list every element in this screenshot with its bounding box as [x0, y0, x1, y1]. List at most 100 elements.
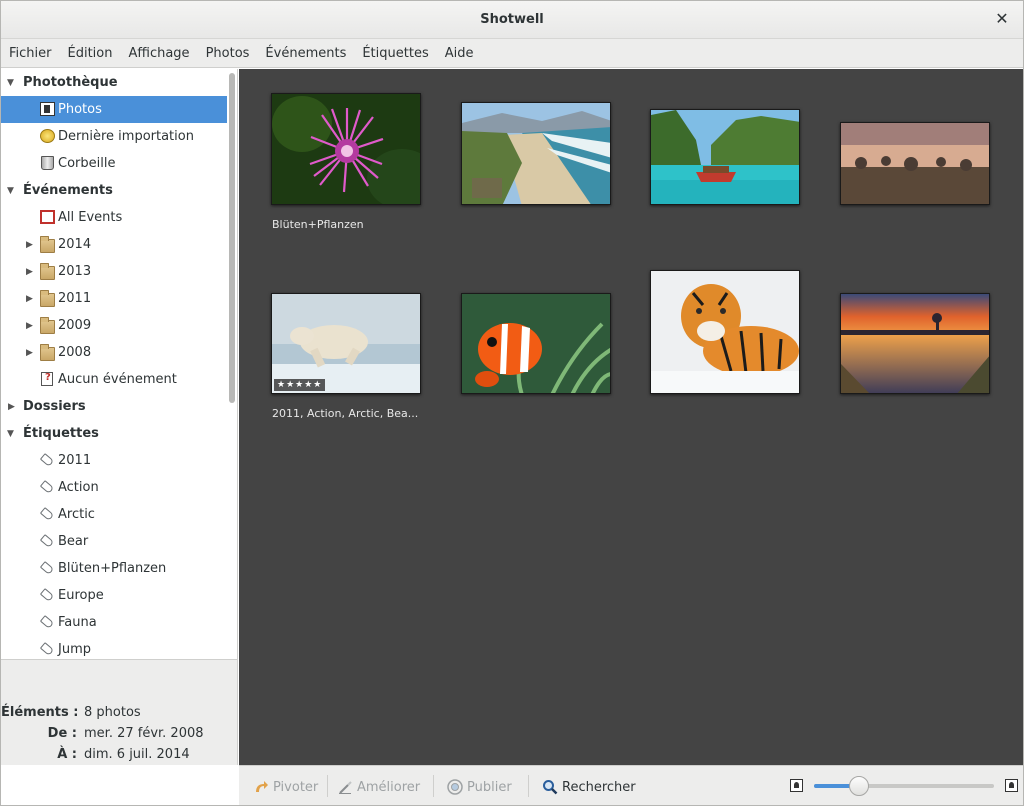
sidebar-header-folders[interactable]: ▶ Dossiers — [1, 393, 227, 420]
collapsed-arrow-icon[interactable]: ▶ — [26, 348, 36, 358]
photo-thumbnail[interactable] — [461, 102, 611, 205]
tag-icon — [39, 507, 55, 521]
sidebar: ▼ Photothèque Photos Dernière importatio… — [1, 69, 238, 659]
sidebar-item-tag[interactable]: Fauna — [1, 609, 227, 636]
sidebar-header-library[interactable]: ▼ Photothèque — [1, 69, 227, 96]
search-icon — [542, 779, 558, 795]
photo-image — [651, 110, 799, 204]
enhance-button[interactable]: Améliorer — [337, 778, 420, 796]
photo-thumbnail[interactable] — [650, 270, 800, 394]
sidebar-scrollbar[interactable] — [229, 73, 235, 403]
sidebar-item-tag[interactable]: 2011 — [1, 447, 227, 474]
zoom-out-icon[interactable] — [790, 779, 803, 792]
photo-caption: 2011, Action, Arctic, Bea... — [272, 407, 419, 420]
collapsed-arrow-icon[interactable]: ▶ — [26, 321, 36, 331]
sidebar-item-all-events[interactable]: All Events — [1, 204, 227, 231]
sidebar-item-tag[interactable]: Bear — [1, 528, 227, 555]
sidebar-item-label: 2013 — [58, 264, 92, 279]
menu-photos[interactable]: Photos — [206, 46, 250, 61]
sidebar-item-label: Arctic — [58, 507, 95, 522]
photo-image — [841, 294, 989, 393]
folder-icon — [40, 290, 55, 307]
sidebar-item-label: Jump — [58, 642, 91, 657]
zoom-in-icon[interactable] — [1005, 779, 1018, 792]
menu-evenements[interactable]: Événements — [265, 46, 346, 61]
photo-thumbnail[interactable] — [461, 293, 611, 394]
sidebar-item-year-2013[interactable]: ▶ 2013 — [1, 258, 227, 285]
shotwell-window: Shotwell ✕ Fichier Édition Affichage Pho… — [0, 0, 1024, 806]
expanded-arrow-icon[interactable]: ▼ — [7, 78, 17, 88]
sidebar-header-label: Événements — [23, 183, 113, 198]
collapsed-arrow-icon[interactable]: ▶ — [26, 240, 36, 250]
zoom-slider[interactable] — [814, 784, 994, 788]
sidebar-item-label: Bear — [58, 534, 89, 549]
sidebar-item-tag[interactable]: Europe — [1, 582, 227, 609]
photo-thumbnail[interactable] — [271, 93, 421, 205]
window-title: Shotwell — [480, 12, 544, 27]
menu-fichier[interactable]: Fichier — [9, 46, 52, 61]
sidebar-item-label: Europe — [58, 588, 104, 603]
sidebar-item-year-2008[interactable]: ▶ 2008 — [1, 339, 227, 366]
toolbar-separator — [433, 775, 434, 797]
sidebar-item-no-event[interactable]: Aucun événement — [1, 366, 227, 393]
sidebar-item-year-2014[interactable]: ▶ 2014 — [1, 231, 227, 258]
sidebar-header-events[interactable]: ▼ Événements — [1, 177, 227, 204]
sidebar-item-label: Corbeille — [58, 156, 116, 171]
expanded-arrow-icon[interactable]: ▼ — [7, 186, 17, 196]
photo-image — [462, 294, 610, 393]
info-key: Éléments : — [1, 705, 79, 720]
publish-icon — [447, 779, 463, 795]
enhance-icon — [337, 779, 353, 795]
sidebar-item-label: 2008 — [58, 345, 92, 360]
photo-thumbnail[interactable] — [840, 293, 990, 394]
sidebar-item-tag[interactable]: Blüten+Pflanzen — [1, 555, 227, 582]
menu-etiquettes[interactable]: Étiquettes — [362, 46, 428, 61]
tag-icon — [39, 453, 55, 467]
tag-icon — [39, 561, 55, 575]
sidebar-item-last-import[interactable]: Dernière importation — [1, 123, 227, 150]
expanded-arrow-icon[interactable]: ▼ — [7, 429, 17, 439]
publish-label: Publier — [467, 779, 512, 795]
sidebar-item-photos[interactable]: Photos — [1, 96, 227, 123]
tag-icon — [39, 588, 55, 602]
info-key: De : — [47, 726, 77, 741]
sidebar-item-tag[interactable]: Action — [1, 474, 227, 501]
info-key: À : — [57, 747, 77, 762]
folder-icon — [40, 263, 55, 280]
sidebar-item-year-2011[interactable]: ▶ 2011 — [1, 285, 227, 312]
no-event-icon — [41, 372, 53, 386]
publish-button[interactable]: Publier — [447, 778, 512, 796]
sidebar-item-year-2009[interactable]: ▶ 2009 — [1, 312, 227, 339]
sidebar-item-label: 2011 — [58, 291, 92, 306]
sidebar-item-trash[interactable]: Corbeille — [1, 150, 227, 177]
sidebar-item-tag[interactable]: Arctic — [1, 501, 227, 528]
collapsed-arrow-icon[interactable]: ▶ — [26, 267, 36, 277]
menu-edition[interactable]: Édition — [68, 46, 113, 61]
sidebar-header-label: Étiquettes — [23, 426, 99, 441]
tag-icon — [39, 534, 55, 548]
tag-icon — [39, 642, 55, 656]
sidebar-header-tags[interactable]: ▼ Étiquettes — [1, 420, 227, 447]
sidebar-item-label: Photos — [58, 102, 102, 117]
menu-aide[interactable]: Aide — [445, 46, 474, 61]
sidebar-item-tag[interactable]: Jump — [1, 636, 227, 659]
menu-bar: Fichier Édition Affichage Photos Événeme… — [1, 39, 1023, 68]
sidebar-item-label: 2011 — [58, 453, 92, 468]
collapsed-arrow-icon[interactable]: ▶ — [8, 402, 18, 412]
menu-affichage[interactable]: Affichage — [128, 46, 189, 61]
sidebar-item-label: Blüten+Pflanzen — [58, 561, 167, 576]
close-icon[interactable]: ✕ — [993, 10, 1011, 28]
photo-image — [272, 94, 420, 204]
folder-icon — [40, 236, 55, 253]
rotate-icon — [253, 779, 269, 795]
rotate-button[interactable]: Pivoter — [253, 778, 318, 796]
trash-icon — [41, 156, 54, 170]
zoom-slider-handle[interactable] — [849, 776, 869, 796]
search-button[interactable]: Rechercher — [542, 778, 636, 796]
photo-thumbnail[interactable] — [650, 109, 800, 205]
all-events-icon — [40, 210, 55, 224]
photo-thumbnail[interactable]: ★★★★★ — [271, 293, 421, 394]
photo-thumbnail[interactable] — [840, 122, 990, 205]
photo-image — [462, 103, 610, 204]
collapsed-arrow-icon[interactable]: ▶ — [26, 294, 36, 304]
